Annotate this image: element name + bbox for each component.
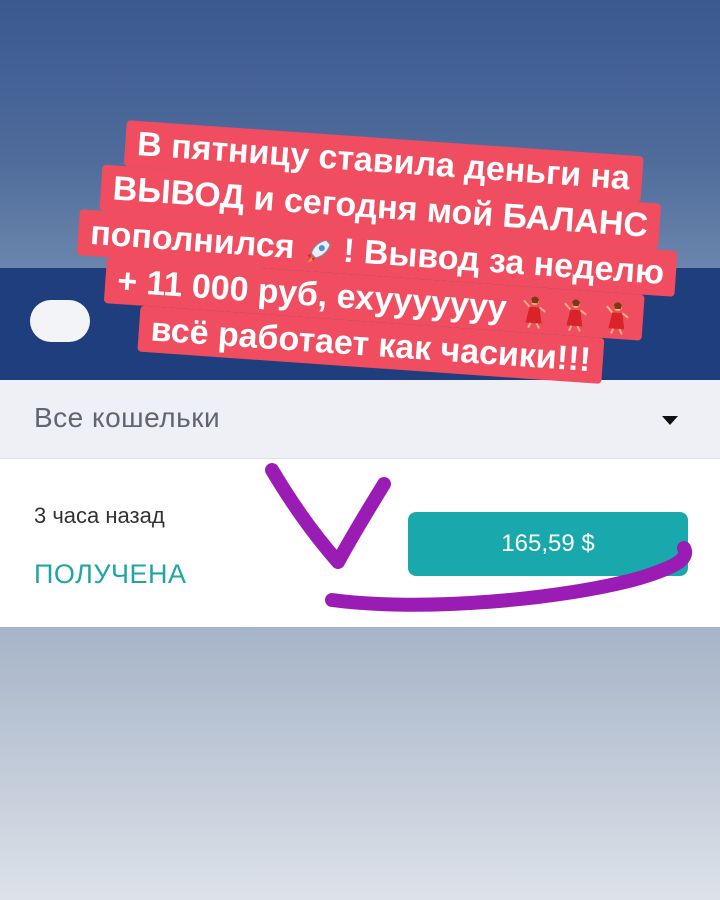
dancer-emoji-icon bbox=[522, 296, 546, 329]
transaction-row[interactable]: 3 часа назад ПОЛУЧЕНА 165,59 $ bbox=[0, 459, 720, 627]
wallet-selector[interactable]: Все кошельки bbox=[0, 380, 720, 459]
transaction-amount-button[interactable]: 165,59 $ bbox=[408, 512, 688, 576]
dropdown-arrow-icon[interactable] bbox=[662, 416, 678, 425]
transaction-status: ПОЛУЧЕНА bbox=[34, 559, 187, 589]
dancer-emoji-icon bbox=[605, 302, 629, 335]
dancer-emoji-icon bbox=[564, 299, 587, 332]
wallet-selector-label: Все кошельки bbox=[34, 402, 221, 433]
overlay-text-banner: В пятницу ставила деньги на ВЫВОД и сего… bbox=[57, 116, 698, 395]
rocket-emoji-icon bbox=[307, 239, 331, 263]
transaction-time: 3 часа назад bbox=[34, 503, 165, 528]
bottom-background bbox=[0, 627, 720, 900]
